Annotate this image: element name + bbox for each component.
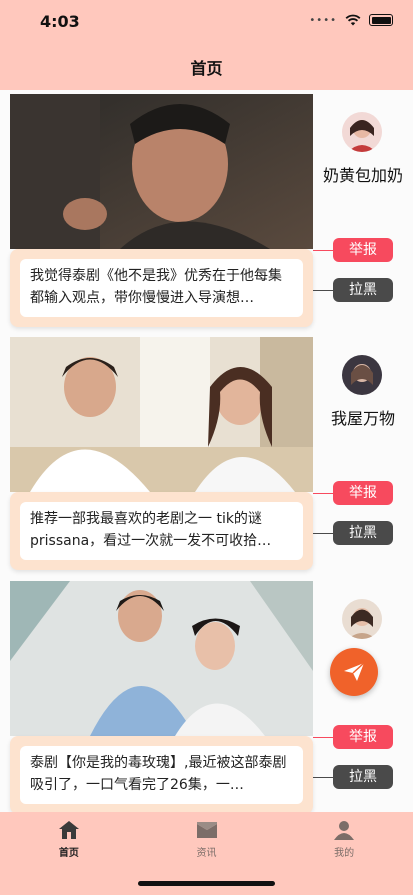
wifi-icon [345, 14, 361, 26]
avatar[interactable] [342, 599, 382, 639]
post-card[interactable]: 泰剧【你是我的毒玫瑰】,最近被这部泰剧吸引了，一口气看完了26集，一… [10, 581, 313, 812]
home-indicator [138, 881, 275, 886]
block-button[interactable]: 拉黑 [333, 765, 393, 789]
nav-bar: 首页 [0, 44, 413, 90]
profile-icon [334, 821, 355, 840]
post-side: 我屋万物 举报 拉黑 [313, 333, 413, 568]
post-text[interactable]: 推荐一部我最喜欢的老剧之一 tik的谜prissana，看过一次就一发不可收拾… [20, 502, 303, 560]
post-card[interactable]: 推荐一部我最喜欢的老剧之一 tik的谜prissana，看过一次就一发不可收拾… [10, 337, 313, 572]
report-button[interactable]: 举报 [333, 481, 393, 505]
connector-line [313, 737, 333, 738]
status-time: 4:03 [40, 12, 80, 31]
tab-label: 资讯 [196, 848, 217, 859]
post-photo [10, 337, 313, 492]
post-image[interactable] [10, 581, 313, 736]
block-button[interactable]: 拉黑 [333, 521, 393, 545]
post-side: 麦 举报 拉黑 [313, 577, 413, 812]
post-image[interactable] [10, 337, 313, 492]
report-button[interactable]: 举报 [333, 725, 393, 749]
connector-line [313, 290, 333, 291]
status-bar: 4:03 •••• [0, 0, 413, 44]
post-text-frame: 我觉得泰剧《他不是我》优秀在于他每集都输入观点，带你慢慢进入导演想… [10, 249, 313, 327]
avatar[interactable] [342, 355, 382, 395]
post-side: 奶黄包加奶 举报 拉黑 [313, 90, 413, 325]
user-name[interactable]: 奶黄包加奶 [313, 162, 413, 186]
page-title: 首页 [190, 59, 223, 78]
connector-line [313, 533, 333, 534]
tab-home[interactable]: 首页 [0, 812, 138, 895]
post-card[interactable]: 我觉得泰剧《他不是我》优秀在于他每集都输入观点，带你慢慢进入导演想… [10, 94, 313, 329]
post-photo [10, 581, 313, 736]
user-name[interactable]: 我屋万物 [313, 405, 413, 429]
post-image[interactable] [10, 94, 313, 249]
post-text[interactable]: 我觉得泰剧《他不是我》优秀在于他每集都输入观点，带你慢慢进入导演想… [20, 259, 303, 317]
tab-label: 我的 [334, 848, 355, 859]
publish-button[interactable] [330, 648, 378, 696]
post-text-frame: 推荐一部我最喜欢的老剧之一 tik的谜prissana，看过一次就一发不可收拾… [10, 492, 313, 570]
post-photo [10, 94, 313, 249]
block-button[interactable]: 拉黑 [333, 278, 393, 302]
post-text[interactable]: 泰剧【你是我的毒玫瑰】,最近被这部泰剧吸引了，一口气看完了26集，一… [20, 746, 303, 804]
connector-line [313, 493, 333, 494]
status-icons: •••• [309, 14, 393, 26]
signal-icon: •••• [309, 14, 337, 26]
news-icon [196, 822, 217, 838]
post-feed[interactable]: 我觉得泰剧《他不是我》优秀在于他每集都输入观点，带你慢慢进入导演想… 奶黄包加奶… [0, 90, 413, 812]
send-icon [344, 662, 365, 681]
avatar[interactable] [342, 112, 382, 152]
report-button[interactable]: 举报 [333, 238, 393, 262]
tab-profile[interactable]: 我的 [275, 812, 413, 895]
connector-line [313, 777, 333, 778]
home-icon [58, 821, 79, 839]
tab-label: 首页 [58, 848, 79, 859]
battery-icon [369, 14, 393, 26]
post-text-frame: 泰剧【你是我的毒玫瑰】,最近被这部泰剧吸引了，一口气看完了26集，一… [10, 736, 313, 812]
connector-line [313, 250, 333, 251]
